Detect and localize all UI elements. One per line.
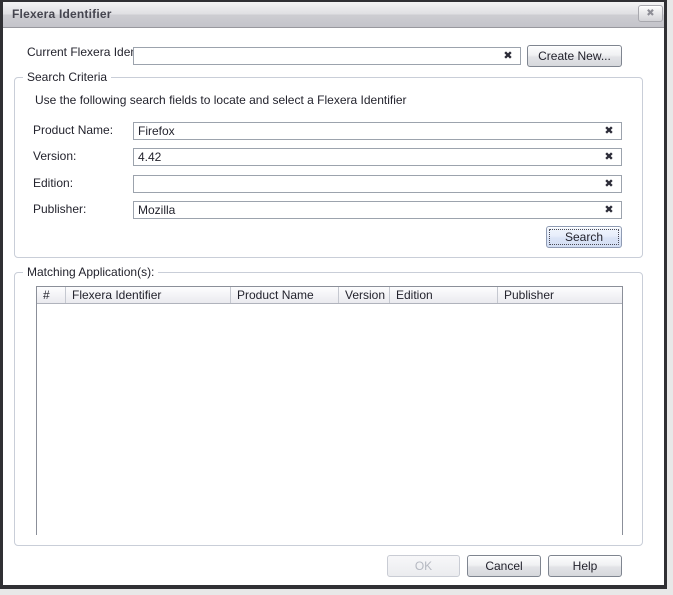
create-new-button[interactable]: Create New...	[527, 45, 622, 67]
column-header-number[interactable]: #	[37, 287, 66, 303]
product-name-input[interactable]	[133, 122, 622, 140]
column-header-publisher[interactable]: Publisher	[498, 287, 622, 303]
edition-input[interactable]	[133, 175, 622, 193]
title-bar: Flexera Identifier ✖	[3, 2, 667, 28]
close-icon[interactable]: ✖	[638, 5, 663, 22]
publisher-label: Publisher:	[33, 202, 86, 217]
column-header-flexera-identifier[interactable]: Flexera Identifier	[66, 287, 231, 303]
version-label: Version:	[33, 149, 76, 164]
clear-icon[interactable]: ✖	[602, 203, 616, 217]
matching-applications-table: # Flexera Identifier Product Name Versio…	[36, 286, 623, 535]
ok-button[interactable]: OK	[387, 555, 460, 577]
current-identifier-input[interactable]	[133, 47, 521, 65]
table-body[interactable]	[37, 304, 622, 535]
matching-applications-legend: Matching Application(s):	[23, 265, 158, 279]
cancel-button[interactable]: Cancel	[467, 555, 541, 577]
matching-applications-group: Matching Application(s): # Flexera Ident…	[14, 272, 643, 546]
search-button[interactable]: Search	[546, 226, 622, 248]
edition-label: Edition:	[33, 176, 73, 191]
publisher-input[interactable]	[133, 201, 622, 219]
clear-icon[interactable]: ✖	[602, 150, 616, 164]
search-criteria-legend: Search Criteria	[23, 70, 111, 84]
column-header-product-name[interactable]: Product Name	[231, 287, 339, 303]
column-header-edition[interactable]: Edition	[390, 287, 498, 303]
flexera-identifier-dialog: Flexera Identifier ✖ Current Flexera Ide…	[0, 0, 667, 589]
column-header-version[interactable]: Version	[339, 287, 390, 303]
product-name-label: Product Name:	[33, 123, 113, 138]
clear-icon[interactable]: ✖	[501, 49, 515, 63]
version-input[interactable]	[133, 148, 622, 166]
search-criteria-description: Use the following search fields to locat…	[35, 93, 407, 108]
clear-icon[interactable]: ✖	[602, 124, 616, 138]
table-header-row: # Flexera Identifier Product Name Versio…	[37, 287, 622, 304]
clear-icon[interactable]: ✖	[602, 177, 616, 191]
dialog-title: Flexera Identifier	[12, 7, 112, 21]
help-button[interactable]: Help	[548, 555, 622, 577]
